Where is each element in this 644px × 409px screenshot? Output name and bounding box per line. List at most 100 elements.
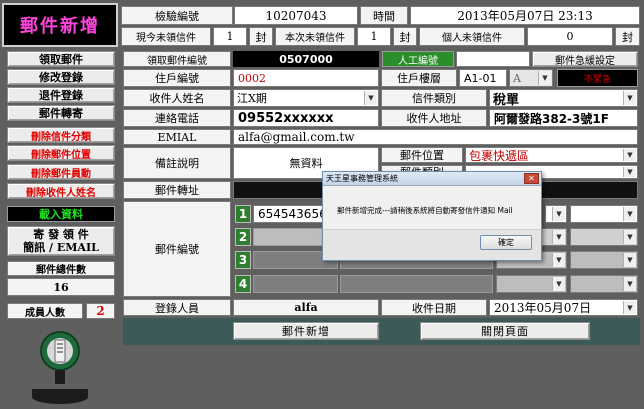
- letter-type-select[interactable]: 稅單 ▼: [489, 89, 638, 108]
- sidebar-button-1[interactable]: 領取郵件: [7, 51, 115, 67]
- mail-row-loc-select-4[interactable]: ▼: [570, 275, 638, 293]
- load-data-label: 載入資料: [39, 208, 83, 221]
- chevron-down-icon: ▼: [623, 253, 636, 267]
- transfer-label: 郵件轉址: [123, 181, 231, 199]
- page-title: 郵件新增: [20, 16, 100, 37]
- mail-row-number-3: 3: [235, 251, 251, 269]
- chevron-down-icon: ▼: [552, 277, 565, 291]
- household-floor-label: 住戶樓層: [381, 69, 457, 87]
- sidebar-button-7[interactable]: 刪除郵件員動: [7, 164, 115, 180]
- urgency-value: 不緊急: [557, 69, 638, 87]
- mail-row-loc-select-3[interactable]: ▼: [570, 251, 638, 269]
- address-input[interactable]: 阿爾發路382-3號1F: [489, 109, 638, 127]
- mail-row-type-select-1[interactable]: ▼: [545, 205, 567, 223]
- sidebar-button-4[interactable]: 郵件轉寄: [7, 105, 115, 121]
- floor-letter-value: A: [513, 71, 521, 85]
- total-count-value: 16: [7, 278, 115, 296]
- dialog-titlebar[interactable]: 天王星事務管理系統: [323, 172, 541, 186]
- chevron-down-icon: ▼: [364, 91, 377, 105]
- personal-unclaimed-label: 個人未領信件: [419, 27, 525, 46]
- add-mail-button[interactable]: 郵件新增: [233, 322, 379, 340]
- time-label: 時間: [360, 6, 408, 25]
- unit-label-3: 封: [615, 27, 640, 46]
- location-select[interactable]: 包裹快遞區 ▼: [465, 147, 638, 163]
- email-label: EMIAL: [123, 129, 231, 145]
- recipient-select[interactable]: 江X期 ▼: [233, 89, 379, 107]
- registrar-label: 登錄人員: [123, 299, 231, 316]
- personal-unclaimed-value: 0: [527, 27, 613, 46]
- floor-letter-select[interactable]: A ▼: [509, 69, 553, 87]
- inspect-no-label: 檢驗編號: [121, 6, 233, 25]
- mail-row-type-select-4[interactable]: ▼: [496, 275, 567, 293]
- logo-mic-icon: [22, 327, 98, 405]
- sidebar-button-2[interactable]: 修改登錄: [7, 69, 115, 85]
- letter-type-label: 信件類別: [381, 89, 487, 107]
- sidebar-button-8[interactable]: 刪除收件人姓名: [7, 183, 115, 199]
- email-input[interactable]: alfa@gmail.com.tw: [233, 129, 638, 145]
- title-panel: 郵件新增: [2, 3, 118, 47]
- address-label: 收件人地址: [381, 109, 487, 127]
- chevron-down-icon: ▼: [538, 71, 551, 85]
- chevron-down-icon: ▼: [623, 277, 636, 291]
- sidebar-button-6[interactable]: 刪除郵件位置: [7, 145, 115, 161]
- claim-no-value: 0507000: [233, 51, 379, 67]
- unit-label-2: 封: [393, 27, 417, 46]
- close-page-button[interactable]: 關閉頁面: [420, 322, 590, 340]
- unclaimed-this-label: 本次未領信件: [275, 27, 355, 46]
- registrar-value: alfa: [233, 299, 379, 316]
- phone-label: 連絡電話: [123, 109, 231, 127]
- load-data-button[interactable]: 載入資料: [7, 206, 115, 222]
- mail-row-number-1: 1: [235, 205, 251, 223]
- phone-input[interactable]: 09552xxxxxx: [233, 109, 379, 127]
- unit-label-1: 封: [249, 27, 273, 46]
- recipient-value: 江X期: [237, 92, 267, 105]
- unclaimed-now-value: 1: [213, 27, 247, 46]
- unclaimed-this-value: 1: [357, 27, 391, 46]
- chevron-down-icon: ▼: [623, 207, 636, 221]
- mail-row-input-4[interactable]: [253, 275, 338, 293]
- receive-date-label: 收件日期: [381, 299, 487, 316]
- chevron-down-icon: ▼: [623, 91, 636, 105]
- chevron-down-icon: ▼: [623, 149, 636, 161]
- chevron-down-icon: ▼: [623, 167, 636, 177]
- total-count-label: 郵件總件數: [7, 261, 115, 276]
- dialog-close-icon[interactable]: ✕: [524, 173, 539, 184]
- dialog-title: 天王星事務管理系統: [326, 174, 398, 183]
- mail-row-loc-select-2[interactable]: ▼: [570, 228, 638, 246]
- send-notify-button[interactable]: 寄 發 領 件 簡訊 / EMAIL: [7, 226, 115, 256]
- mail-row-number-4: 4: [235, 275, 251, 293]
- send-notify-label-1: 寄 發 領 件: [33, 228, 89, 241]
- time-value: 2013年05月07日 23:13: [410, 6, 640, 25]
- sidebar-button-5[interactable]: 刪除信件分類: [7, 127, 115, 143]
- recipient-label: 收件人姓名: [123, 89, 231, 107]
- urgency-setting-button[interactable]: 郵件急緩設定: [532, 51, 638, 67]
- household-no-label: 住戶編號: [123, 69, 231, 87]
- mail-row-mid-4[interactable]: [340, 275, 493, 293]
- chevron-down-icon: ▼: [623, 301, 636, 314]
- members-label: 成員人數: [7, 303, 83, 319]
- mail-no-label: 郵件編號: [123, 201, 231, 297]
- letter-type-value: 稅單: [493, 92, 520, 108]
- mail-row-loc-select-1[interactable]: ▼: [570, 205, 638, 223]
- household-no-input[interactable]: 0002: [233, 69, 379, 87]
- location-label: 郵件位置: [381, 147, 463, 163]
- chevron-down-icon: ▼: [623, 230, 636, 244]
- dialog-message: 郵件新增完成---請稍後系統將自動寄發信件通知 Mail: [337, 206, 513, 215]
- unclaimed-now-label: 現今未領信件: [121, 27, 211, 46]
- receive-date-select[interactable]: 2013年05月07日 ▼: [489, 299, 638, 316]
- chevron-down-icon: ▼: [552, 207, 565, 221]
- dialog-ok-button[interactable]: 確定: [480, 235, 532, 250]
- chevron-down-icon: ▼: [552, 253, 565, 267]
- sidebar-button-3[interactable]: 退件登錄: [7, 87, 115, 103]
- claim-extra-field[interactable]: [456, 51, 530, 67]
- mail-row-number-2: 2: [235, 228, 251, 246]
- household-floor-input[interactable]: A1-01: [459, 69, 507, 87]
- members-value: 2: [86, 303, 115, 319]
- location-value: 包裹快遞區: [469, 148, 530, 163]
- manual-number-button[interactable]: 人工編號: [382, 51, 454, 67]
- inspect-no-value: 10207043: [234, 6, 358, 25]
- receive-date-value: 2013年05月07日: [494, 301, 592, 315]
- send-notify-label-2: 簡訊 / EMAIL: [23, 241, 99, 254]
- claim-no-label: 領取郵件編號: [123, 51, 231, 67]
- chevron-down-icon: ▼: [552, 230, 565, 244]
